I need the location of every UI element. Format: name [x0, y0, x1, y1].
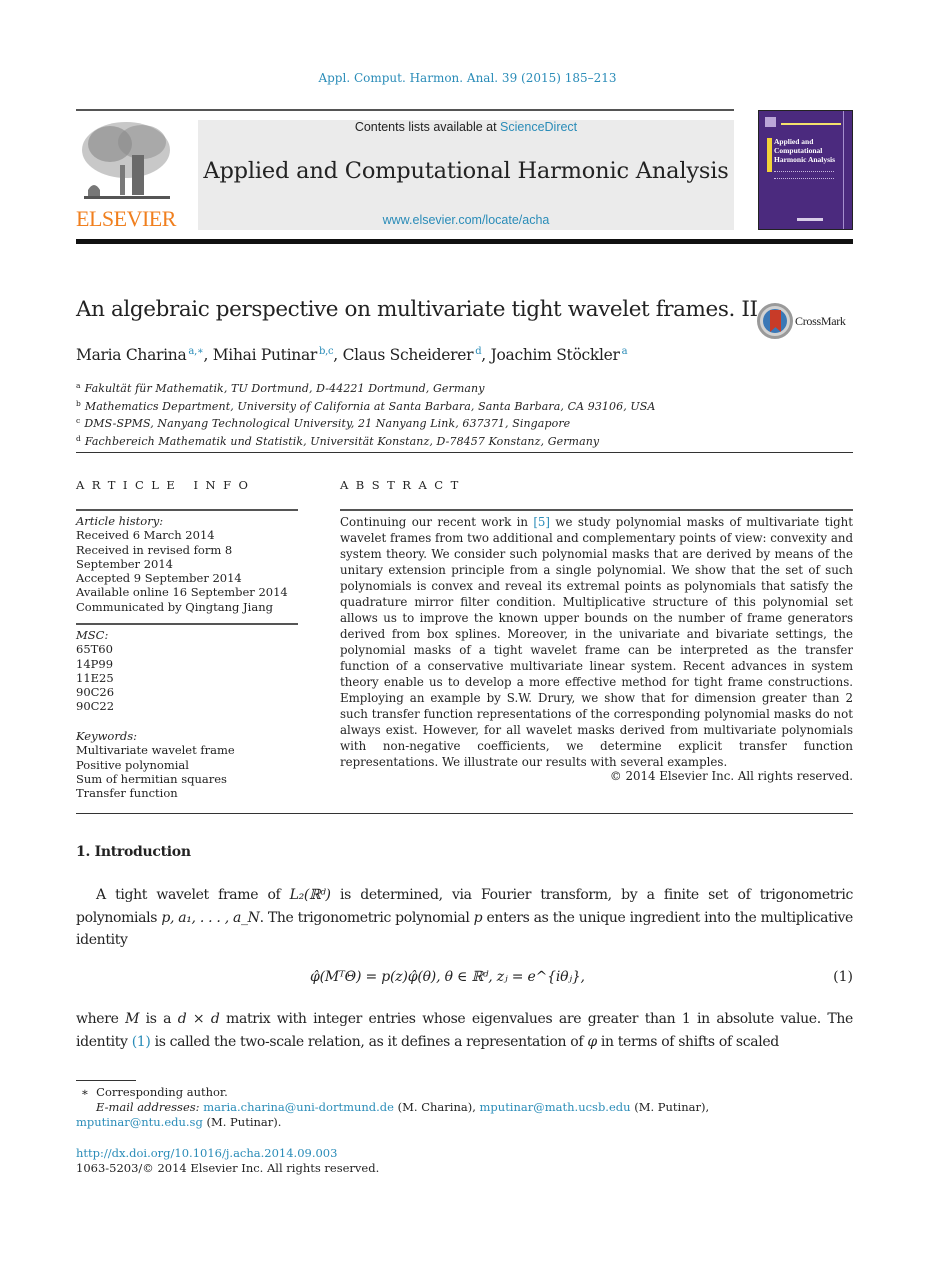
history-item: Received 6 March 2014 [76, 528, 215, 543]
crossmark-label: CrossMark [795, 314, 846, 328]
cover-yellow-bar [767, 138, 772, 172]
body-paragraph: where M is a d × d matrix with integer e… [76, 1011, 853, 1050]
author-name: Claus Scheiderer [342, 346, 474, 364]
abstract-divider [340, 509, 853, 511]
journal-cover-image[interactable]: Applied and Computational Harmonic Analy… [758, 110, 853, 230]
author-name: Mihai Putinar [212, 346, 318, 364]
author-name: Maria Charina [76, 346, 187, 364]
reference-link[interactable]: [5] [533, 515, 550, 529]
history-item: Communicated by Qingtang Jiang [76, 599, 273, 614]
intro-paragraph: A tight wavelet frame of L₂(ℝᵈ) is deter… [76, 887, 853, 948]
cover-footer [797, 218, 823, 221]
email-addresses-cont: mputinar@ntu.edu.sg (M. Putinar). [76, 1115, 282, 1129]
crossmark-button[interactable]: CrossMark [757, 303, 857, 341]
affiliation-item: d Fachbereich Mathematik und Statistik, U… [76, 433, 600, 448]
email-addresses: E-mail addresses: maria.charina@uni-dort… [96, 1100, 710, 1114]
email-link[interactable]: mputinar@math.ucsb.edu [480, 1100, 631, 1114]
contents-available: Contents lists available at ScienceDirec… [354, 120, 578, 134]
abstract-copyright: © 2014 Elsevier Inc. All rights reserved… [609, 769, 853, 783]
article-history: Article history: Received 6 March 2014 R… [76, 514, 298, 614]
history-item: Available online 16 September 2014 [76, 585, 288, 600]
display-equation: φ̂(MᵀΘ) = p(z)φ̂(θ), θ ∈ ℝᵈ, zⱼ = e^{iθⱼ… [76, 969, 853, 993]
section-divider [76, 813, 853, 814]
history-label: Article history: [76, 514, 164, 528]
author-affiliation-link[interactable]: d [475, 346, 481, 357]
header-rule [76, 109, 734, 111]
msc-item: 90C26 [76, 685, 115, 700]
journal-banner: Contents lists available at ScienceDirec… [198, 120, 734, 230]
cover-title: Applied and Computational Harmonic Analy… [774, 137, 836, 164]
msc-label: MSC: [76, 628, 109, 642]
elsevier-logo[interactable]: ELSEVIER [76, 118, 176, 231]
keyword-item: Multivariate wavelet frame [76, 743, 235, 758]
author-affiliation-link[interactable]: a [622, 346, 628, 357]
keyword-item: Positive polynomial [76, 757, 189, 772]
math-inline: L₂(ℝᵈ) [289, 887, 331, 903]
msc-item: 65T60 [76, 642, 113, 657]
keyword-item: Transfer function [76, 786, 178, 801]
author-list: Maria Charina a,∗, Mihai Putinar b,c, Clau… [76, 346, 628, 364]
section-heading: 1. Introduction [76, 844, 191, 860]
keyword-item: Sum of hermitian squares [76, 771, 227, 786]
msc-item: 90C22 [76, 699, 115, 714]
author-affiliation-link[interactable]: a,∗ [188, 346, 203, 357]
footnotes: ∗ Corresponding author. E-mail addresses… [76, 1085, 853, 1130]
author-name: Joachim Stöckler [490, 346, 620, 364]
sciencedirect-link[interactable]: ScienceDirect [500, 120, 577, 134]
article-title: An algebraic perspective on multivariate… [76, 297, 758, 322]
info-divider [76, 623, 298, 625]
cover-wave [843, 111, 844, 229]
math-inline: p [473, 909, 483, 926]
equation-number: (1) [833, 969, 853, 985]
cover-subtitle [774, 171, 834, 179]
history-item: September 2014 [76, 556, 173, 571]
section-divider [76, 452, 853, 453]
email-link[interactable]: maria.charina@uni-dortmund.de [203, 1100, 394, 1114]
journal-url-link[interactable]: www.elsevier.com/locate/acha [198, 213, 734, 227]
history-item: Received in revised form 8 [76, 542, 233, 557]
email-link[interactable]: mputinar@ntu.edu.sg [76, 1115, 203, 1129]
journal-name: Applied and Computational Harmonic Analy… [203, 158, 729, 184]
cover-decoration [781, 123, 841, 125]
affiliation-item: a Fakultät für Mathematik, TU Dortmund, D… [76, 381, 485, 395]
math-inline: p, a₁, . . . , a_N [161, 909, 260, 926]
article-info-heading: ARTICLE INFO [76, 478, 256, 492]
equation-ref-link[interactable]: (1) [132, 1034, 151, 1050]
affiliation-list: a Fakultät für Mathematik, TU Dortmund, D… [76, 379, 655, 449]
equation-body: φ̂(MᵀΘ) = p(z)φ̂(θ), θ ∈ ℝᵈ, zⱼ = e^{iθⱼ… [310, 969, 585, 985]
author-affiliation-link[interactable]: b,c [319, 346, 334, 357]
doi-block: http://dx.doi.org/10.1016/j.acha.2014.09… [76, 1146, 379, 1176]
keywords: Keywords: Multivariate wavelet frame Pos… [76, 729, 298, 800]
msc-item: 14P99 [76, 656, 114, 671]
issn-line: 1063-5203/© 2014 Elsevier Inc. All right… [76, 1161, 380, 1175]
elsevier-wordmark: ELSEVIER [76, 206, 176, 231]
footnote-rule [76, 1080, 136, 1081]
history-item: Accepted 9 September 2014 [76, 571, 242, 586]
abstract-text: Continuing our recent work in [5] we stu… [340, 515, 853, 769]
abstract-heading: ABSTRACT [340, 478, 466, 492]
cover-logo [765, 117, 776, 127]
info-divider [76, 509, 298, 511]
header-thick-rule [76, 239, 853, 244]
msc-codes: MSC: 65T60 14P99 11E25 90C26 90C22 [76, 628, 298, 714]
affiliation-item: b Mathematics Department, University of C… [76, 398, 656, 413]
elsevier-tree-icon [82, 122, 170, 199]
journal-citation-link[interactable]: Appl. Comput. Harmon. Anal. 39 (2015) 18… [0, 71, 935, 85]
doi-link[interactable]: http://dx.doi.org/10.1016/j.acha.2014.09… [76, 1146, 337, 1160]
msc-item: 11E25 [76, 670, 114, 685]
keywords-label: Keywords: [76, 729, 137, 743]
affiliation-item: c DMS-SPMS, Nanyang Technological Univers… [76, 416, 571, 430]
corresponding-author-note: ∗ Corresponding author. [81, 1085, 228, 1099]
